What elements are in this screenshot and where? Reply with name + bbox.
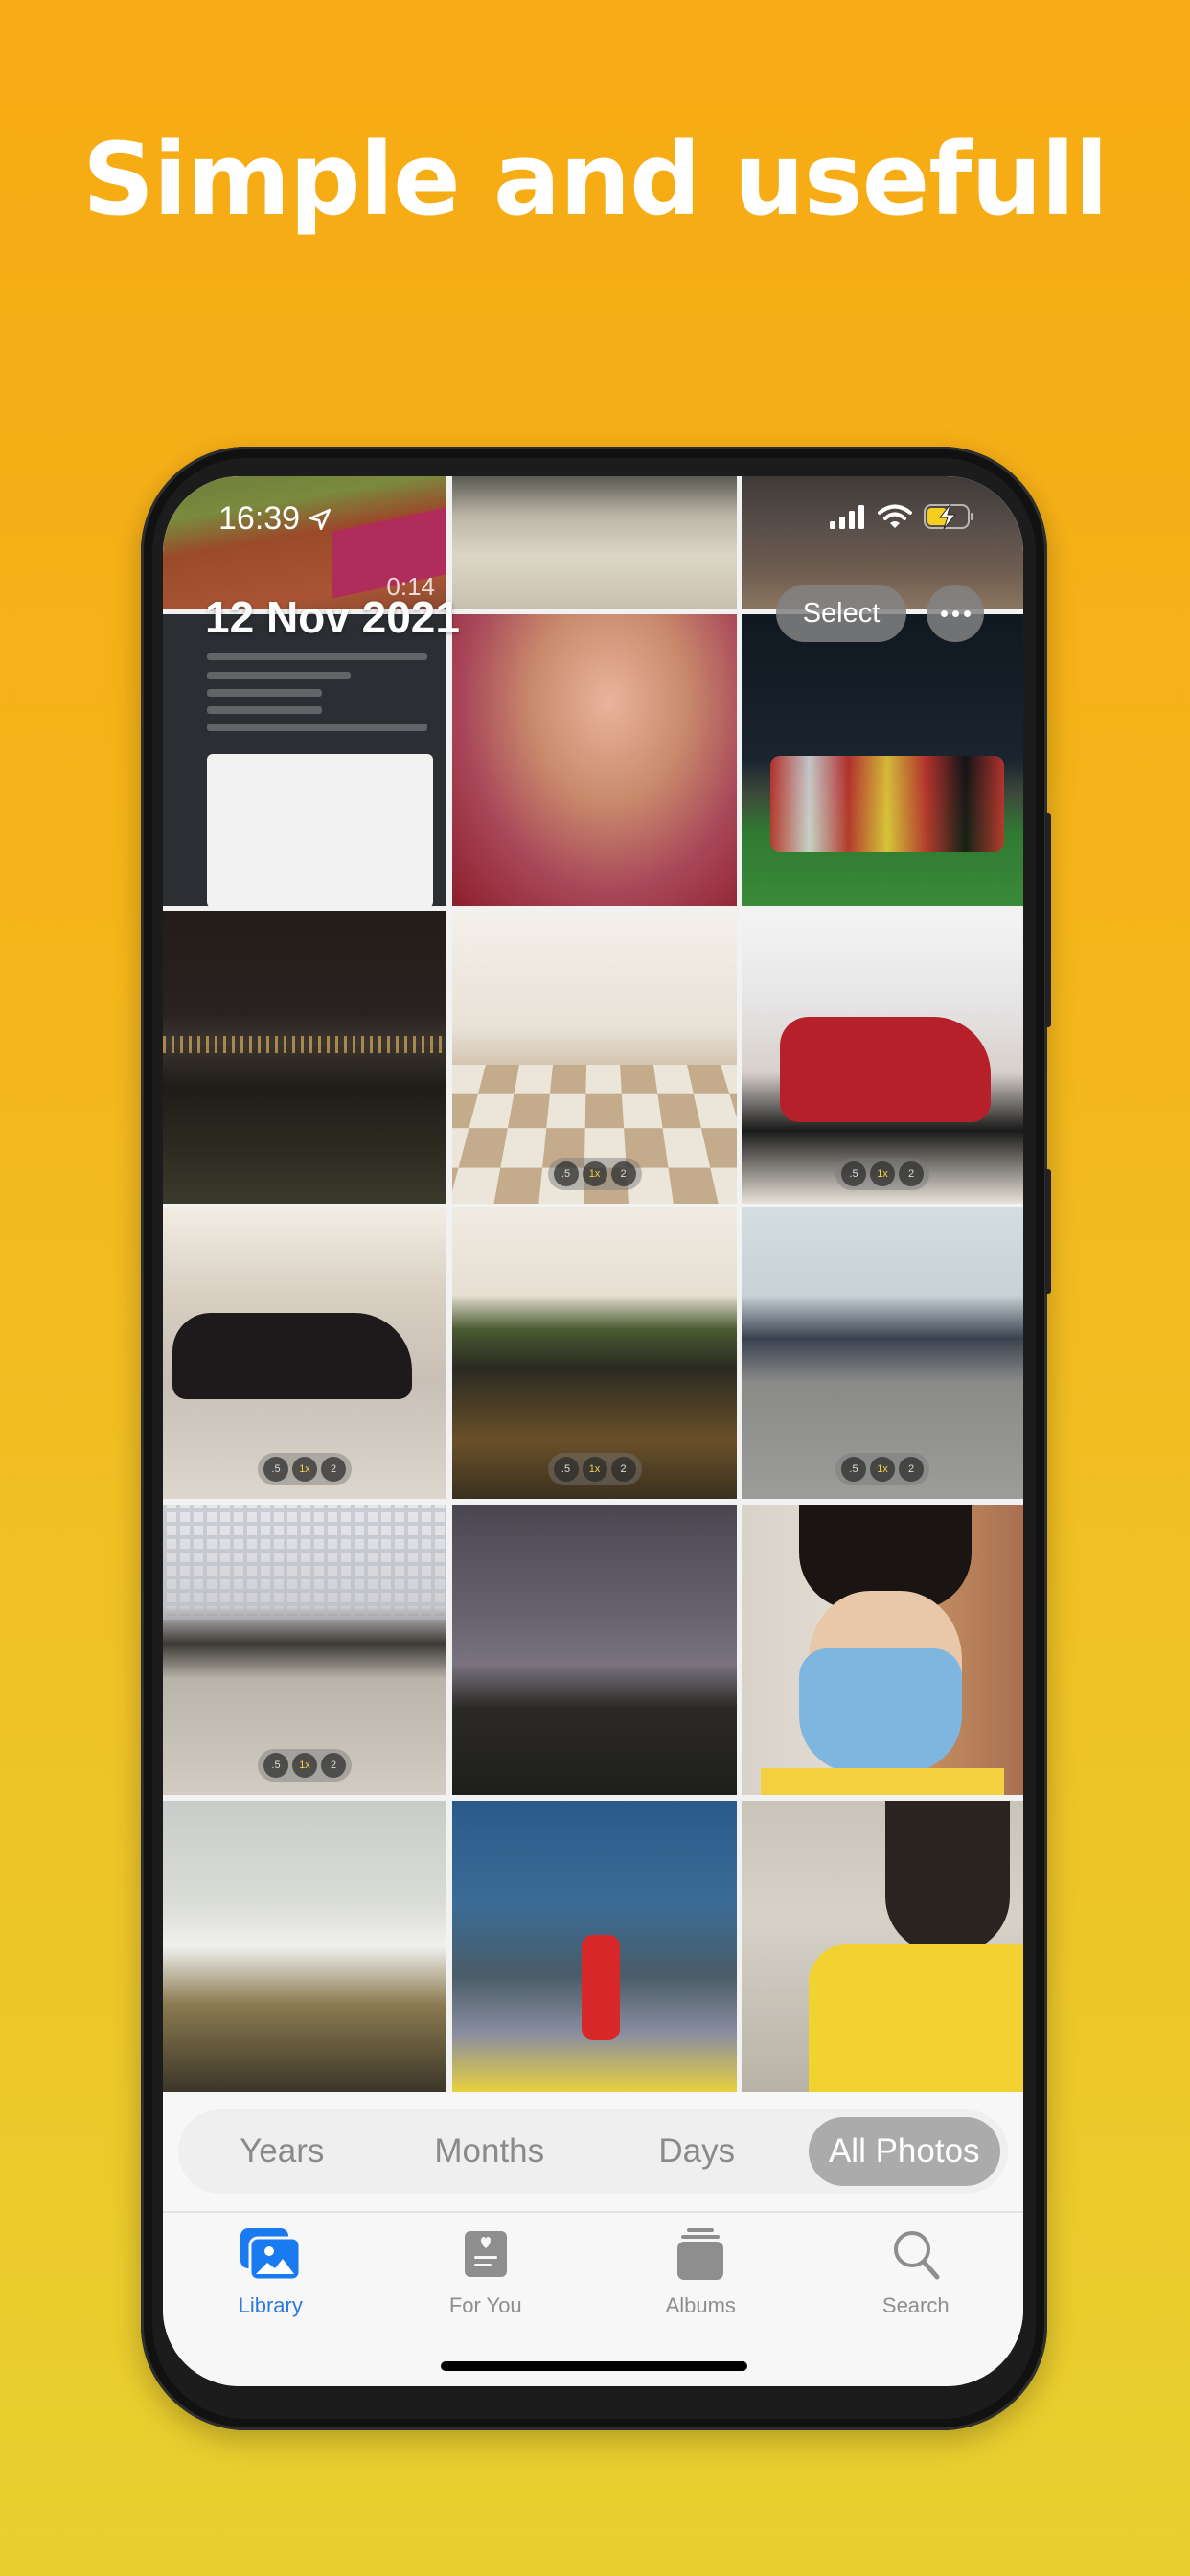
zoom-label: 2	[610, 1457, 636, 1482]
cellular-signal-icon	[830, 505, 864, 529]
photo-tile[interactable]: .5 1x 2	[742, 1208, 1023, 1499]
camera-zoom-overlay: .5 1x 2	[258, 1749, 352, 1782]
ellipsis-icon	[940, 610, 948, 617]
home-indicator[interactable]	[441, 2361, 747, 2371]
battery-charging-icon	[924, 503, 973, 530]
wifi-icon	[878, 504, 912, 528]
photo-tile[interactable]: .5 1x 2	[163, 1505, 446, 1795]
photo-content	[207, 754, 433, 906]
photo-content	[172, 1313, 412, 1399]
status-time-text: 16:39	[218, 500, 301, 537]
zoom-label: 1x	[870, 1162, 895, 1186]
photo-content	[163, 1036, 446, 1053]
photo-content	[761, 1768, 1004, 1795]
zoom-label: .5	[841, 1457, 866, 1482]
photo-tile[interactable]	[742, 1505, 1023, 1795]
photo-tile[interactable]: .5 1x 2	[163, 1208, 446, 1499]
tab-albums[interactable]: Albums	[593, 2217, 809, 2322]
tab-albums-label: Albums	[665, 2293, 736, 2317]
zoom-label: 1x	[870, 1457, 895, 1482]
photo-content	[207, 724, 427, 731]
tab-for-you[interactable]: For You	[378, 2217, 594, 2322]
zoom-label: 1x	[292, 1753, 317, 1778]
tab-search[interactable]: Search	[809, 2217, 1024, 2322]
photo-content	[207, 653, 427, 660]
zoom-label: 2	[321, 1457, 346, 1482]
tab-for-you-label: For You	[448, 2293, 522, 2317]
ellipsis-icon	[951, 610, 959, 617]
status-time: 16:39	[218, 500, 332, 538]
zoom-label: .5	[841, 1162, 866, 1186]
tab-library[interactable]: Library	[163, 2217, 378, 2322]
photo-content	[885, 1801, 1010, 1954]
photo-tile[interactable]	[452, 1505, 737, 1795]
zoom-label: 1x	[292, 1457, 317, 1482]
search-icon	[893, 2231, 940, 2280]
zoom-label: 1x	[582, 1457, 607, 1482]
photo-tile[interactable]: .5 1x 2	[452, 1208, 737, 1499]
photo-tile[interactable]: .5 1x 2	[452, 911, 737, 1204]
zoom-label: 2	[899, 1457, 924, 1482]
for-you-icon	[464, 2231, 507, 2277]
segment-months[interactable]: Months	[394, 2117, 586, 2186]
photo-tile[interactable]	[742, 1801, 1023, 2092]
photo-content	[799, 1648, 962, 1773]
headline: Simple and usefull	[82, 121, 1109, 238]
segment-all-photos[interactable]: All Photos	[808, 2117, 1000, 2186]
zoom-label: .5	[263, 1753, 288, 1778]
status-icons	[830, 503, 975, 530]
side-button-upper	[1045, 813, 1051, 1027]
photo-content	[207, 706, 322, 714]
tab-bar: Library For You Albums Search	[163, 2217, 1023, 2322]
zoom-label: .5	[553, 1457, 579, 1482]
tab-library-label: Library	[238, 2293, 303, 2317]
tab-search-label: Search	[881, 2293, 950, 2317]
select-button[interactable]: Select	[776, 585, 906, 642]
side-button-lower	[1045, 1169, 1051, 1294]
zoom-label: 2	[899, 1162, 924, 1186]
tab-bar-divider	[163, 2211, 1023, 2213]
photo-tile[interactable]	[163, 1801, 446, 2092]
photo-content	[207, 672, 351, 679]
albums-icon	[677, 2228, 724, 2280]
camera-zoom-overlay: .5 1x 2	[547, 1158, 642, 1190]
phone-screen: 0:14 .5 1x 2 .5 1x 2 .5 1x 2 .5 1x 2 .5 …	[163, 476, 1023, 2386]
photo-tile[interactable]	[742, 614, 1023, 906]
photo-content	[207, 689, 322, 697]
photo-content	[582, 1935, 620, 2040]
date-title: 12 Nov 2021	[205, 592, 460, 642]
photo-grid: 0:14 .5 1x 2 .5 1x 2 .5 1x 2 .5 1x 2 .5 …	[163, 476, 1023, 2092]
photo-tile[interactable]: 0:14	[163, 476, 446, 610]
more-button[interactable]	[927, 585, 984, 642]
zoom-label: 2	[321, 1753, 346, 1778]
photo-tile[interactable]	[163, 911, 446, 1204]
zoom-label: .5	[553, 1162, 579, 1186]
photo-tile[interactable]	[452, 476, 737, 610]
camera-zoom-overlay: .5 1x 2	[258, 1453, 352, 1485]
photo-tile[interactable]	[452, 1801, 737, 2092]
photo-tile[interactable]	[163, 614, 446, 906]
view-segmented-control: Years Months Days All Photos	[178, 2109, 1008, 2194]
bottom-bar: Years Months Days All Photos Library For…	[163, 2092, 1023, 2386]
segment-days[interactable]: Days	[601, 2117, 793, 2186]
segment-years[interactable]: Years	[186, 2117, 378, 2186]
photo-content	[780, 1017, 991, 1122]
camera-zoom-overlay: .5 1x 2	[547, 1453, 642, 1485]
photo-content	[770, 756, 1004, 852]
zoom-label: 1x	[582, 1162, 607, 1186]
ellipsis-icon	[963, 610, 971, 617]
camera-zoom-overlay: .5 1x 2	[835, 1158, 929, 1190]
photo-content	[163, 1505, 446, 1620]
zoom-label: 2	[610, 1162, 636, 1186]
zoom-label: .5	[263, 1457, 288, 1482]
camera-zoom-overlay: .5 1x 2	[835, 1453, 929, 1485]
photo-library-icon	[240, 2228, 302, 2282]
photo-tile[interactable]: .5 1x 2	[742, 911, 1023, 1204]
location-arrow-icon	[309, 508, 332, 530]
photo-content	[809, 1944, 1023, 2092]
photo-tile[interactable]	[452, 614, 737, 906]
